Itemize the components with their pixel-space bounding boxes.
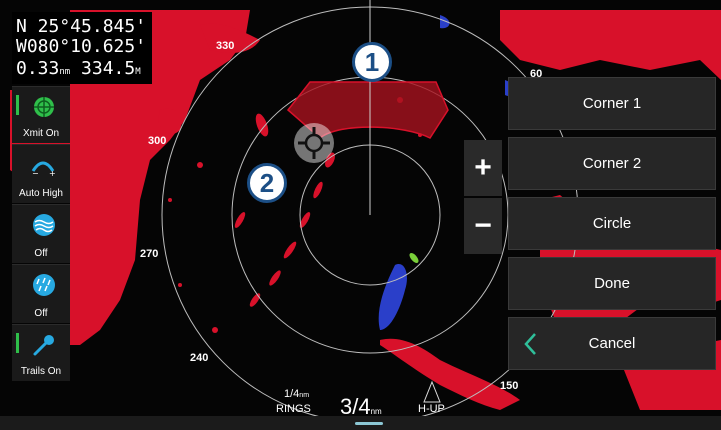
drawer-handle[interactable] — [355, 422, 383, 425]
rain-clutter-icon — [33, 274, 55, 296]
gain-label: Auto High — [19, 188, 63, 199]
sea-clutter-icon — [33, 214, 55, 236]
rings-unit: nm — [299, 392, 310, 399]
distance-value: 0.33 — [16, 58, 60, 79]
cursor-icon — [294, 123, 334, 163]
rain-clutter-label: Off — [34, 308, 48, 319]
active-indicator — [16, 95, 19, 115]
latitude: N 25°45.845' — [16, 16, 147, 37]
distance-unit: nm — [59, 67, 71, 77]
corner-1-label: Corner 1 — [582, 95, 642, 112]
rings-spacing: 1/4nm — [284, 388, 309, 400]
callout-2: 2 — [247, 163, 287, 203]
zoom-out-button[interactable]: − — [464, 198, 502, 254]
radar-screen: 330 300 270 240 60 150 1 2 N 25°45.845' … — [0, 0, 721, 430]
bearing-label-150: 150 — [500, 380, 519, 392]
circle-label: Circle — [592, 215, 632, 232]
gain-button[interactable]: − + Auto High — [12, 144, 70, 203]
bearing-label-240: 240 — [190, 352, 209, 364]
transmit-button[interactable]: Xmit On — [12, 86, 70, 143]
chevron-left-icon — [524, 333, 536, 355]
done-button[interactable]: Done — [508, 257, 716, 310]
callout-1: 1 — [352, 42, 392, 82]
transmit-label: Xmit On — [22, 128, 60, 139]
rings-label: RINGS — [276, 403, 311, 415]
cancel-label: Cancel — [588, 335, 636, 352]
bearing-label-270: 270 — [140, 248, 159, 260]
active-indicator — [16, 333, 19, 353]
cancel-button[interactable]: Cancel — [508, 317, 716, 370]
trails-button[interactable]: Trails On — [12, 324, 70, 381]
range-unit: nm — [370, 407, 382, 416]
trails-label: Trails On — [20, 366, 62, 377]
trails-icon — [33, 335, 54, 356]
sea-clutter-button[interactable]: Off — [12, 204, 70, 263]
longitude: W080°10.625' — [16, 36, 147, 57]
corner-2-button[interactable]: Corner 2 — [508, 137, 716, 190]
svg-text:+: + — [49, 169, 56, 177]
radar-transmit-icon — [34, 97, 54, 117]
zoom-in-button[interactable]: + — [464, 140, 502, 196]
corner-2-label: Corner 2 — [582, 155, 642, 172]
svg-text:−: − — [32, 169, 39, 177]
orientation-label[interactable]: H-UP — [418, 403, 445, 415]
rain-clutter-button[interactable]: Off — [12, 264, 70, 323]
bearing-unit: M — [135, 67, 141, 77]
position-readout: N 25°45.845' W080°10.625' 0.33nm 334.5M — [12, 12, 152, 84]
rings-value: 1/4 — [284, 388, 300, 400]
cursor-distance-bearing: 0.33nm 334.5M — [16, 58, 141, 79]
gain-icon: − + — [31, 161, 56, 177]
sea-clutter-label: Off — [34, 248, 48, 259]
done-label: Done — [594, 275, 630, 292]
circle-button[interactable]: Circle — [508, 197, 716, 250]
bearing-value: 334.5 — [81, 58, 136, 79]
bearing-label-330: 330 — [216, 40, 235, 52]
bearing-label-300: 300 — [148, 135, 167, 147]
corner-1-button[interactable]: Corner 1 — [508, 77, 716, 130]
